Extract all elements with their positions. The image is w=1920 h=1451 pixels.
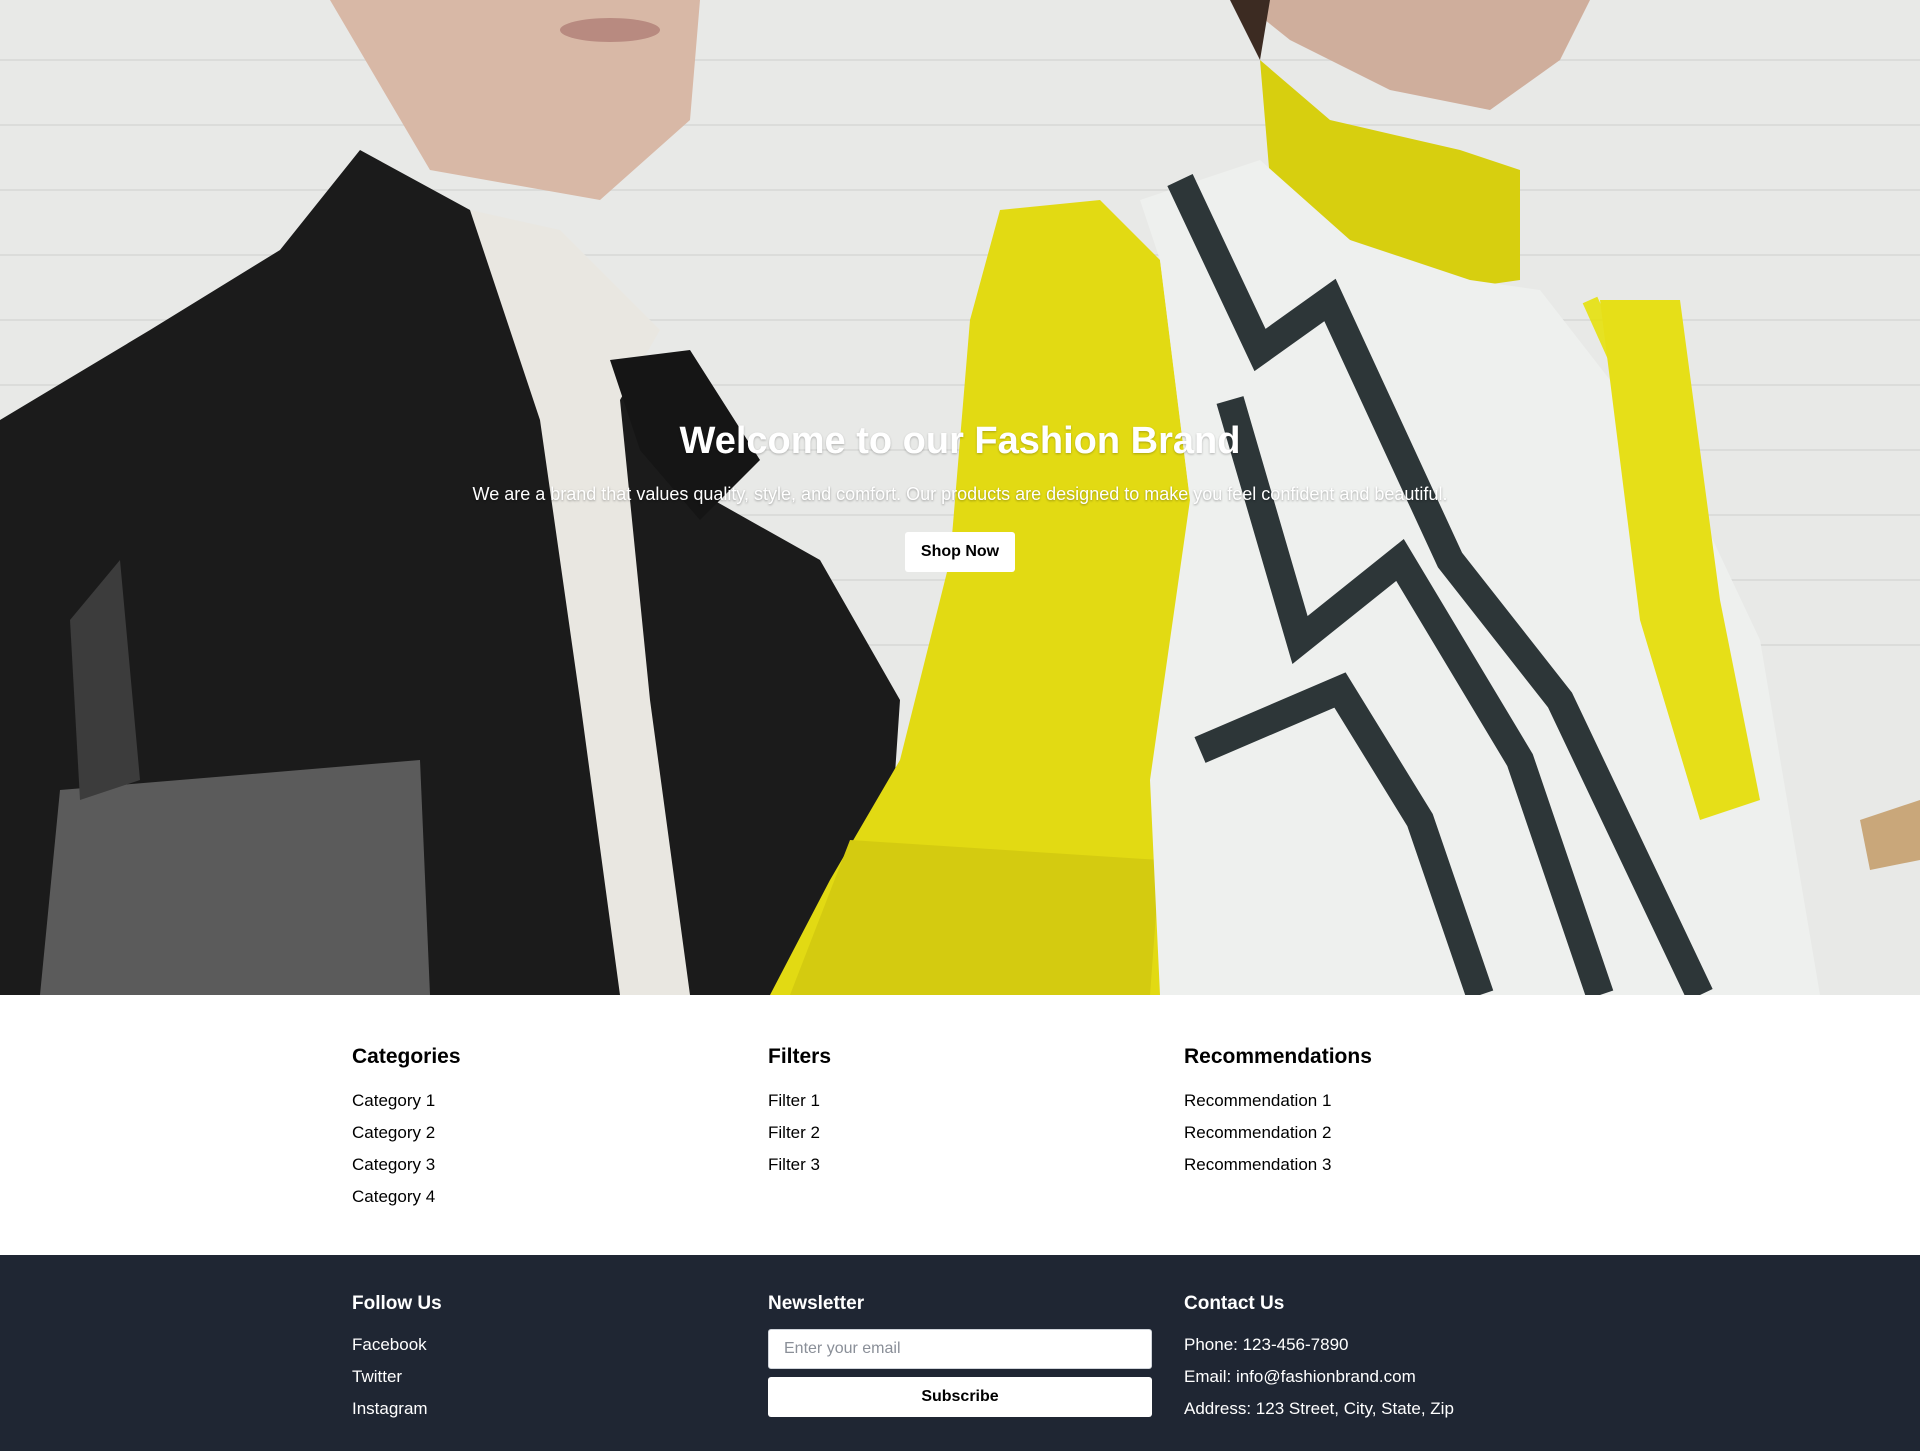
category-item[interactable]: Category 3	[352, 1149, 732, 1181]
follow-us-heading: Follow Us	[352, 1293, 442, 1314]
newsletter-column: Newsletter Subscribe	[768, 1293, 1152, 1417]
filter-item[interactable]: Filter 2	[768, 1117, 1148, 1149]
shop-now-button[interactable]: Shop Now	[905, 532, 1015, 572]
site-footer: Follow Us Facebook Twitter Instagram New…	[0, 1255, 1920, 1451]
filters-list: Filter 1 Filter 2 Filter 3	[768, 1085, 1148, 1181]
recommendation-item[interactable]: Recommendation 3	[1184, 1149, 1564, 1181]
categories-list: Category 1 Category 2 Category 3 Categor…	[352, 1085, 732, 1213]
contact-heading: Contact Us	[1184, 1293, 1285, 1314]
filter-item[interactable]: Filter 1	[768, 1085, 1148, 1117]
social-links: Facebook Twitter Instagram	[352, 1329, 736, 1425]
contact-email: Email: info@fashionbrand.com	[1184, 1367, 1416, 1386]
filters-column: Filters Filter 1 Filter 2 Filter 3	[768, 1045, 1148, 1181]
recommendation-item[interactable]: Recommendation 1	[1184, 1085, 1564, 1117]
newsletter-heading: Newsletter	[768, 1293, 865, 1314]
contact-phone: Phone: 123-456-7890	[1184, 1335, 1349, 1354]
hero-title: Welcome to our Fashion Brand	[679, 420, 1241, 462]
hero-section: Welcome to our Fashion Brand We are a br…	[0, 0, 1920, 995]
contact-list: Phone: 123-456-7890 Email: info@fashionb…	[1184, 1329, 1568, 1425]
recommendation-item[interactable]: Recommendation 2	[1184, 1117, 1564, 1149]
hero-content: Welcome to our Fashion Brand We are a br…	[0, 0, 1920, 995]
subscribe-button[interactable]: Subscribe	[768, 1377, 1152, 1417]
categories-heading: Categories	[352, 1045, 461, 1068]
category-item[interactable]: Category 2	[352, 1117, 732, 1149]
filter-item[interactable]: Filter 3	[768, 1149, 1148, 1181]
email-input[interactable]	[768, 1329, 1152, 1369]
filters-heading: Filters	[768, 1045, 832, 1068]
category-item[interactable]: Category 4	[352, 1181, 732, 1213]
categories-column: Categories Category 1 Category 2 Categor…	[352, 1045, 732, 1213]
contact-address: Address: 123 Street, City, State, Zip	[1184, 1399, 1454, 1418]
recommendations-column: Recommendations Recommendation 1 Recomme…	[1184, 1045, 1564, 1181]
recommendations-list: Recommendation 1 Recommendation 2 Recomm…	[1184, 1085, 1564, 1181]
follow-us-column: Follow Us Facebook Twitter Instagram	[352, 1293, 736, 1425]
recommendations-heading: Recommendations	[1184, 1045, 1372, 1068]
contact-column: Contact Us Phone: 123-456-7890 Email: in…	[1184, 1293, 1568, 1425]
browse-section: Categories Category 1 Category 2 Categor…	[0, 995, 1920, 1255]
facebook-link[interactable]: Facebook	[352, 1329, 736, 1361]
twitter-link[interactable]: Twitter	[352, 1361, 736, 1393]
category-item[interactable]: Category 1	[352, 1085, 732, 1117]
instagram-link[interactable]: Instagram	[352, 1393, 736, 1425]
hero-subtitle: We are a brand that values quality, styl…	[472, 484, 1448, 504]
